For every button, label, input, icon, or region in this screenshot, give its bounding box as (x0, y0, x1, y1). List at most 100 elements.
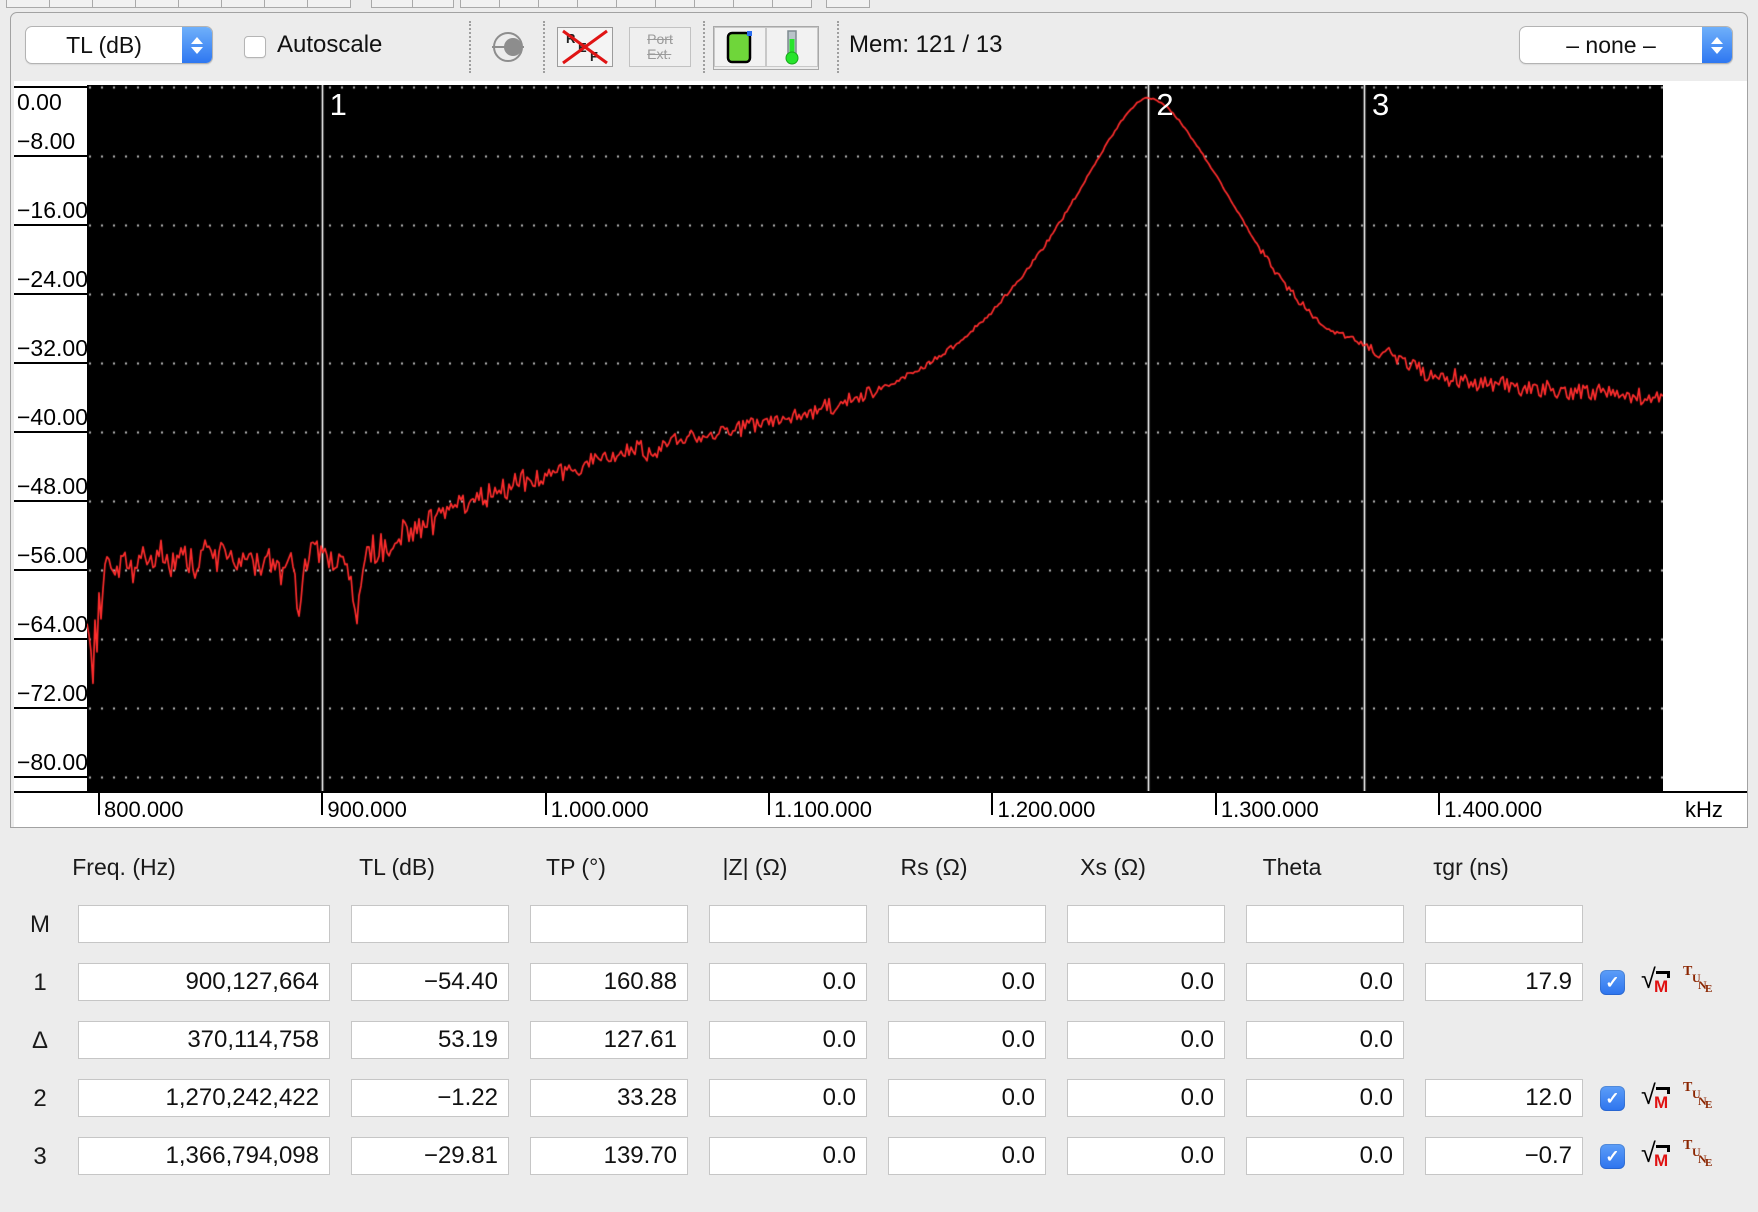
cell-3-3[interactable] (709, 1137, 867, 1175)
tune-icon-2[interactable]: TUNE (1683, 1080, 1719, 1118)
cell-3-5[interactable] (1067, 1137, 1225, 1175)
cell-M-4[interactable] (888, 905, 1046, 943)
y-tick-label: −32.00 (17, 335, 88, 362)
tune-icon-3[interactable]: TUNE (1683, 1138, 1719, 1176)
top-strip-cell (460, 0, 500, 8)
autoscale-checkbox[interactable] (244, 36, 266, 58)
cell-3-7[interactable] (1425, 1137, 1583, 1175)
x-tick-label: 1.100.000 (774, 797, 872, 823)
x-tick-label: 900.000 (327, 797, 407, 823)
cell-2-1[interactable] (351, 1079, 509, 1117)
cell-1-5[interactable] (1067, 963, 1225, 1001)
column-header: τgr (ns) (1411, 854, 1531, 881)
y-tick-label: −48.00 (17, 473, 88, 500)
top-strip-cell (92, 0, 136, 8)
y-tick-line (14, 776, 87, 778)
x-tick-line (991, 793, 993, 815)
select-stepper-icon[interactable] (1702, 27, 1732, 63)
y-tick-label: −16.00 (17, 197, 88, 224)
cell-M-7[interactable] (1425, 905, 1583, 943)
cell-M-3[interactable] (709, 905, 867, 943)
marker-label-3[interactable]: 3 (1372, 87, 1389, 123)
select-stepper-icon[interactable] (182, 27, 212, 63)
cell-3-0[interactable] (78, 1137, 330, 1175)
marker-enable-checkbox-2[interactable]: ✓ (1600, 1086, 1625, 1111)
x-tick-line (321, 793, 323, 815)
y-tick-label: −8.00 (17, 128, 75, 155)
temperature-button[interactable] (766, 27, 818, 67)
cell-2-4[interactable] (888, 1079, 1046, 1117)
marker-enable-checkbox-3[interactable]: ✓ (1600, 1144, 1625, 1169)
cell-3-2[interactable] (530, 1137, 688, 1175)
marker-label-1[interactable]: 1 (330, 87, 347, 123)
cell-1-6[interactable] (1246, 963, 1404, 1001)
battery-icon (725, 29, 755, 65)
marker-label-2[interactable]: 2 (1156, 87, 1173, 123)
column-header: TP (°) (516, 854, 636, 881)
top-strip-cell (307, 0, 351, 8)
cell-1-3[interactable] (709, 963, 867, 1001)
sqrt-marker-icon-2[interactable]: √M (1641, 1080, 1681, 1118)
x-tick-label: 800.000 (104, 797, 184, 823)
y-tick-line (14, 707, 87, 709)
cell-M-5[interactable] (1067, 905, 1225, 943)
port-ext-label: Ext. (647, 47, 673, 62)
cell-2-2[interactable] (530, 1079, 688, 1117)
cell-Δ-2[interactable] (530, 1021, 688, 1059)
top-strip-cell (49, 0, 93, 8)
cell-2-3[interactable] (709, 1079, 867, 1117)
red-cross-icon (558, 28, 612, 66)
cell-Δ-3[interactable] (709, 1021, 867, 1059)
row-label-3: 3 (18, 1143, 62, 1171)
cell-2-6[interactable] (1246, 1079, 1404, 1117)
cell-Δ-6[interactable] (1246, 1021, 1404, 1059)
cell-M-0[interactable] (78, 905, 330, 943)
x-tick-line (1215, 793, 1217, 815)
cell-3-1[interactable] (351, 1137, 509, 1175)
cell-Δ-5[interactable] (1067, 1021, 1225, 1059)
memory-status: Mem: 121 / 13 (849, 31, 1002, 59)
cell-M-2[interactable] (530, 905, 688, 943)
cell-M-1[interactable] (351, 905, 509, 943)
cell-Δ-1[interactable] (351, 1021, 509, 1059)
plot-area[interactable]: 1 2 3 (87, 85, 1663, 791)
top-strip-cell (221, 0, 265, 8)
x-tick-line (768, 793, 770, 815)
cell-1-7[interactable] (1425, 963, 1583, 1001)
cell-2-7[interactable] (1425, 1079, 1583, 1117)
analyzer-panel: TL (dB) Autoscale R E F (10, 12, 1748, 828)
reference-trace-select[interactable]: – none – (1519, 26, 1733, 64)
cell-Δ-4[interactable] (888, 1021, 1046, 1059)
cell-3-4[interactable] (888, 1137, 1046, 1175)
row-label-Δ: Δ (18, 1027, 62, 1055)
marker-table: Freq. (Hz)TL (dB)TP (°)|Z| (Ω)Rs (Ω)Xs (… (0, 838, 1758, 1212)
cell-2-0[interactable] (78, 1079, 330, 1117)
tune-icon-1[interactable]: TUNE (1683, 964, 1719, 1002)
cell-1-0[interactable] (78, 963, 330, 1001)
ref-delete-button[interactable]: R E F (557, 27, 613, 67)
cell-1-2[interactable] (530, 963, 688, 1001)
y-tick-line (14, 500, 87, 502)
x-tick-line (98, 793, 100, 815)
sqrt-marker-icon-1[interactable]: √M (1641, 964, 1681, 1002)
cell-3-6[interactable] (1246, 1137, 1404, 1175)
port-extension-button: Port Ext. (629, 27, 691, 67)
trace-format-select[interactable]: TL (dB) (25, 26, 213, 64)
x-axis-unit: kHz (1685, 797, 1723, 823)
cell-M-6[interactable] (1246, 905, 1404, 943)
cell-2-5[interactable] (1067, 1079, 1225, 1117)
sqrt-marker-icon-3[interactable]: √M (1641, 1138, 1681, 1176)
cell-1-1[interactable] (351, 963, 509, 1001)
cell-Δ-0[interactable] (78, 1021, 330, 1059)
cell-1-4[interactable] (888, 963, 1046, 1001)
smith-chart-icon[interactable] (489, 28, 527, 66)
x-tick-label: 1.000.000 (551, 797, 649, 823)
top-strip-cell (135, 0, 179, 8)
toolbar: TL (dB) Autoscale R E F (11, 13, 1747, 81)
marker-enable-checkbox-1[interactable]: ✓ (1600, 970, 1625, 995)
y-tick-label: −56.00 (17, 542, 88, 569)
battery-button[interactable] (714, 27, 766, 67)
trace-canvas[interactable] (87, 85, 1663, 791)
top-strip-cell (772, 0, 812, 8)
toolbar-separator (469, 21, 471, 73)
